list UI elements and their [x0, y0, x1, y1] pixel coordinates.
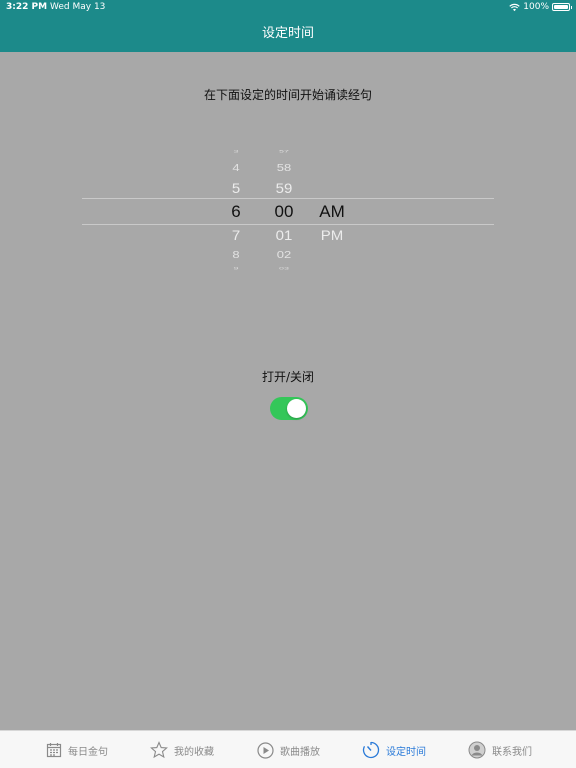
picker-option[interactable]: 59 — [264, 180, 304, 196]
tab-label: 每日金句 — [68, 746, 108, 758]
picker-option[interactable]: 4 — [216, 162, 256, 174]
instruction-text: 在下面设定的时间开始诵读经句 — [203, 88, 372, 102]
page-title: 设定时间 — [261, 26, 314, 41]
status-time: 3:22 PM — [6, 2, 48, 12]
tab-song-play[interactable]: 歌曲播放 — [257, 731, 320, 768]
minute-wheel[interactable]: 57 58 59 00 01 02 03 — [264, 140, 304, 280]
picker-option[interactable]: 3 — [216, 149, 256, 154]
person-icon — [468, 741, 486, 759]
hour-wheel[interactable]: 3 4 5 6 7 8 9 — [216, 140, 256, 280]
picker-option[interactable]: 9 — [216, 266, 256, 271]
picker-option[interactable]: 6 — [216, 202, 256, 222]
tab-label: 我的收藏 — [174, 746, 214, 758]
picker-option[interactable]: PM — [312, 227, 352, 243]
wifi-icon — [509, 3, 520, 11]
picker-option[interactable]: 5 — [216, 180, 256, 196]
picker-option[interactable]: 03 — [264, 266, 304, 271]
picker-option[interactable]: 00 — [264, 202, 304, 222]
toggle-knob — [287, 399, 306, 418]
tab-label: 联系我们 — [492, 746, 532, 758]
tab-label: 歌曲播放 — [280, 746, 320, 758]
ampm-wheel[interactable]: AM PM — [312, 140, 352, 280]
picker-option[interactable]: 8 — [216, 249, 256, 261]
status-right: 100% — [509, 0, 572, 14]
navigation-bar: 3:22 PM Wed May 13 100% 设定时间 — [0, 0, 576, 52]
play-icon — [257, 741, 274, 759]
tab-bar: 每日金句 我的收藏 歌曲播放 设定时间 联系我们 — [0, 730, 576, 768]
battery-percent: 100% — [523, 2, 549, 12]
timer-icon — [362, 741, 380, 759]
time-picker[interactable]: 3 4 5 6 7 8 9 57 58 59 00 01 02 03 AM PM — [0, 140, 576, 280]
picker-option[interactable]: 02 — [264, 249, 304, 261]
tab-daily-verse[interactable]: 每日金句 — [46, 731, 108, 768]
reminder-toggle[interactable] — [270, 397, 308, 420]
tab-set-time[interactable]: 设定时间 — [362, 731, 426, 768]
picker-option[interactable]: 58 — [264, 162, 304, 174]
toggle-label: 打开/关闭 — [261, 370, 315, 384]
tab-favorites[interactable]: 我的收藏 — [150, 731, 214, 768]
status-bar: 3:22 PM Wed May 13 100% — [0, 0, 576, 14]
picker-option[interactable]: 7 — [216, 227, 256, 243]
status-date: Wed May 13 — [50, 2, 106, 12]
battery-icon — [552, 3, 572, 11]
tab-label: 设定时间 — [386, 746, 426, 758]
star-icon — [150, 741, 168, 759]
picker-option[interactable]: 01 — [264, 227, 304, 243]
picker-option[interactable]: 57 — [264, 149, 304, 154]
tab-contact-us[interactable]: 联系我们 — [468, 731, 532, 768]
calendar-icon — [46, 743, 62, 758]
picker-option[interactable]: AM — [312, 202, 352, 222]
